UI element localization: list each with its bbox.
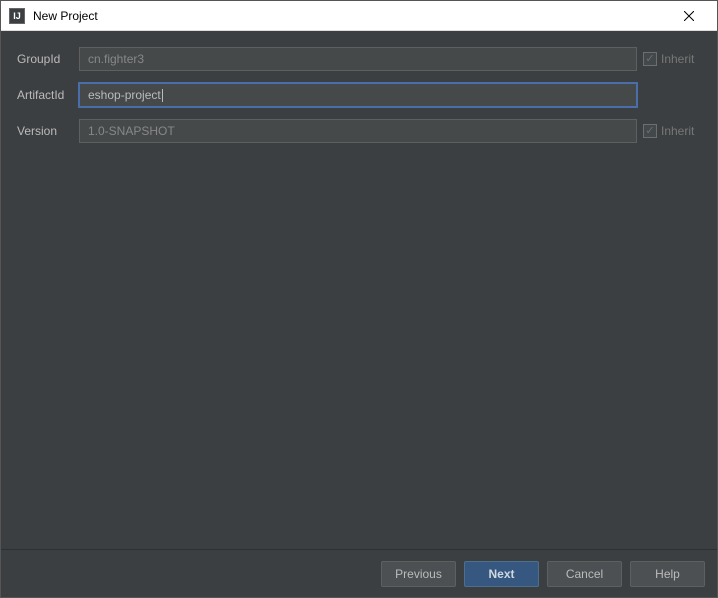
previous-button[interactable]: Previous	[381, 561, 456, 587]
version-row: Version ✓ Inherit	[13, 119, 705, 143]
app-icon: IJ	[9, 8, 25, 24]
help-button[interactable]: Help	[630, 561, 705, 587]
version-inherit[interactable]: ✓ Inherit	[643, 124, 705, 138]
groupid-label: GroupId	[13, 52, 73, 66]
artifactid-label: ArtifactId	[13, 88, 73, 102]
version-label: Version	[13, 124, 73, 138]
window-title: New Project	[33, 9, 669, 23]
checkbox-checked-icon: ✓	[643, 52, 657, 66]
groupid-inherit[interactable]: ✓ Inherit	[643, 52, 705, 66]
text-caret-icon	[162, 89, 163, 102]
close-icon	[684, 11, 694, 21]
checkbox-checked-icon: ✓	[643, 124, 657, 138]
groupid-row: GroupId ✓ Inherit	[13, 47, 705, 71]
footer: Previous Next Cancel Help	[1, 549, 717, 597]
groupid-input[interactable]	[79, 47, 637, 71]
content-area: GroupId ✓ Inherit ArtifactId eshop-proje…	[1, 31, 717, 549]
artifactid-input[interactable]: eshop-project	[79, 83, 637, 107]
version-input[interactable]	[79, 119, 637, 143]
version-inherit-label: Inherit	[661, 124, 694, 138]
cancel-button[interactable]: Cancel	[547, 561, 622, 587]
artifactid-row: ArtifactId eshop-project	[13, 83, 705, 107]
groupid-inherit-label: Inherit	[661, 52, 694, 66]
titlebar: IJ New Project	[1, 1, 717, 31]
next-button[interactable]: Next	[464, 561, 539, 587]
close-button[interactable]	[669, 2, 709, 30]
artifactid-value: eshop-project	[88, 88, 161, 102]
